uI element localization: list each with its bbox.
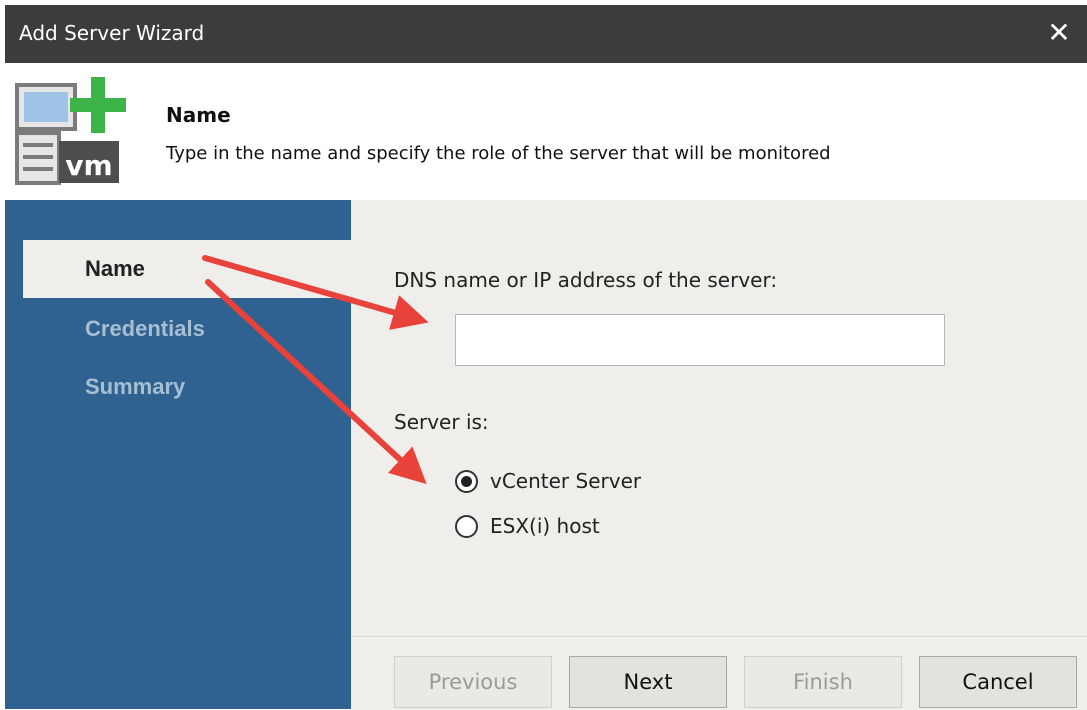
wizard-footer: Previous Next Finish Cancel bbox=[351, 636, 1087, 710]
option-label: ESX(i) host bbox=[490, 514, 600, 538]
radio-checked-icon[interactable] bbox=[455, 469, 478, 493]
step-item-credentials[interactable]: Credentials bbox=[23, 300, 351, 358]
previous-button[interactable]: Previous bbox=[394, 656, 552, 708]
next-button[interactable]: Next bbox=[569, 656, 727, 708]
wizard-content: DNS name or IP address of the server: Se… bbox=[351, 200, 1087, 636]
title-bar: Add Server Wizard ✕ bbox=[5, 5, 1087, 63]
step-item-summary[interactable]: Summary bbox=[23, 358, 351, 416]
option-vcenter-server[interactable]: vCenter Server bbox=[455, 464, 641, 498]
cancel-button[interactable]: Cancel bbox=[919, 656, 1077, 708]
server-type-label: Server is: bbox=[394, 410, 489, 434]
step-description: Type in the name and specify the role of… bbox=[166, 143, 831, 164]
add-vm-server-icon: vm bbox=[15, 77, 126, 185]
option-esxi-host[interactable]: ESX(i) host bbox=[455, 509, 600, 543]
finish-button[interactable]: Finish bbox=[744, 656, 902, 708]
dns-field-label: DNS name or IP address of the server: bbox=[394, 268, 778, 292]
wizard-header: vm Name Type in the name and specify the… bbox=[5, 63, 1087, 200]
wizard-step-sidebar: Name Credentials Summary bbox=[5, 200, 351, 709]
option-label: vCenter Server bbox=[490, 469, 642, 493]
close-icon[interactable]: ✕ bbox=[1045, 15, 1073, 51]
dns-name-input[interactable] bbox=[455, 314, 945, 366]
vm-logo-text: vm bbox=[65, 149, 112, 182]
window-title: Add Server Wizard bbox=[19, 21, 205, 45]
radio-unchecked-icon[interactable] bbox=[455, 514, 478, 538]
step-item-name[interactable]: Name bbox=[23, 240, 351, 298]
step-title: Name bbox=[166, 103, 231, 127]
